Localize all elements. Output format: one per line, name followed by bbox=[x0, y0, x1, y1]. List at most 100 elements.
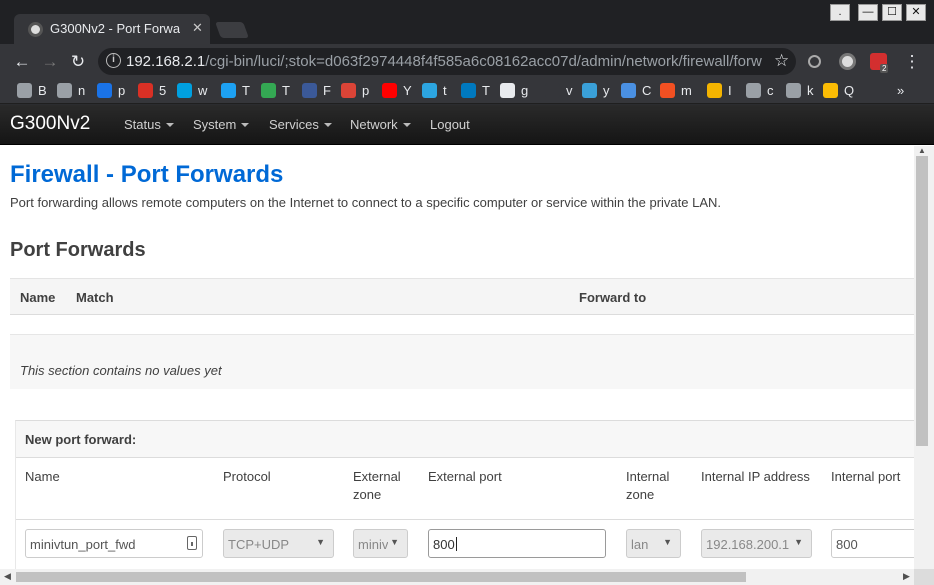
bookmark-item[interactable]: y bbox=[582, 83, 610, 100]
internal-ip-select[interactable]: 192.168.200.1 ▼ bbox=[701, 529, 812, 558]
scroll-up-icon[interactable]: ▲ bbox=[918, 146, 926, 155]
bookmark-item[interactable]: g bbox=[500, 83, 528, 100]
protocol-select[interactable]: TCP+UDP ▼ bbox=[223, 529, 334, 558]
password-manager-icon[interactable] bbox=[187, 536, 197, 550]
horizontal-scrollbar[interactable]: ◀ ▶ bbox=[0, 569, 914, 585]
bookmark-item[interactable]: T bbox=[221, 83, 250, 100]
bookmark-label: k bbox=[807, 83, 814, 98]
bookmark-star-icon[interactable]: ☆ bbox=[774, 51, 789, 71]
section-title: Port Forwards bbox=[10, 239, 146, 261]
nav-status[interactable]: Status bbox=[124, 117, 174, 132]
bookmark-item[interactable]: c bbox=[746, 83, 774, 100]
bookmark-item[interactable]: F bbox=[302, 83, 331, 100]
col-header-forward-to: Forward to bbox=[579, 290, 647, 305]
label-internal-port: Internal port bbox=[831, 469, 901, 484]
stamp-icon bbox=[138, 83, 153, 98]
bookmark-item[interactable]: k bbox=[786, 83, 814, 100]
browser-toolbar: ← → ↻ i 192.168.2.1/cgi-bin/luci/;stok=d… bbox=[0, 44, 934, 79]
bookmark-item[interactable]: m bbox=[660, 83, 692, 100]
internal-port-input[interactable]: 800 bbox=[831, 529, 921, 558]
windows-icon bbox=[660, 83, 675, 98]
form-divider bbox=[16, 519, 915, 520]
bookmark-label: Y bbox=[403, 83, 412, 98]
nav-logout[interactable]: Logout bbox=[430, 117, 470, 132]
nav-services[interactable]: Services bbox=[269, 117, 332, 132]
nav-system[interactable]: System bbox=[193, 117, 250, 132]
extension-badge: 2 bbox=[880, 64, 889, 73]
bookmark-item[interactable]: Y bbox=[382, 83, 412, 100]
reload-icon[interactable]: ↻ bbox=[68, 52, 88, 72]
bookmark-label: T bbox=[482, 83, 490, 98]
minimize-button[interactable]: — bbox=[858, 4, 878, 21]
bookmark-label: C bbox=[642, 83, 652, 98]
bookmark-label: p bbox=[362, 83, 370, 98]
name-input[interactable]: minivtun_port_fwd bbox=[25, 529, 203, 558]
bookmark-item[interactable]: 5 bbox=[138, 83, 166, 100]
youtube-icon bbox=[382, 83, 397, 98]
bookmark-item[interactable]: T bbox=[261, 83, 290, 100]
bookmark-item[interactable]: p bbox=[97, 83, 125, 100]
table-spacer-row bbox=[10, 315, 914, 335]
tab-close-icon[interactable]: ✕ bbox=[192, 20, 203, 36]
info-icon[interactable]: i bbox=[106, 53, 121, 68]
bookmark-item[interactable]: Q bbox=[823, 83, 854, 100]
page-title: Firewall - Port Forwards bbox=[10, 161, 284, 188]
col-header-match: Match bbox=[76, 290, 114, 305]
brand-title[interactable]: G300Nv2 bbox=[10, 113, 90, 135]
tree-icon bbox=[261, 83, 276, 98]
back-arrow-icon[interactable]: ← bbox=[12, 52, 32, 72]
bookmark-item[interactable]: v bbox=[545, 83, 573, 100]
page-description: Port forwarding allows remote computers … bbox=[10, 195, 722, 210]
new-forward-heading: New port forward: bbox=[25, 432, 137, 447]
url-text[interactable]: 192.168.2.1/cgi-bin/luci/;stok=d063f2974… bbox=[126, 53, 766, 70]
bookmark-item[interactable]: T bbox=[461, 83, 490, 100]
label-internal-ip: Internal IP address bbox=[701, 469, 810, 484]
browser-window: G300Nv2 - Port Forwa ✕ . — ☐ ✕ ← → ↻ i 1… bbox=[0, 0, 934, 585]
scroll-left-icon[interactable]: ◀ bbox=[4, 571, 11, 582]
google-plus-icon bbox=[341, 83, 356, 98]
bookmark-item[interactable]: B bbox=[17, 83, 47, 100]
folder-icon bbox=[57, 83, 72, 98]
vertical-scrollbar[interactable]: ▲ bbox=[914, 146, 934, 569]
power-extension-icon[interactable] bbox=[808, 55, 821, 68]
bookmark-item[interactable]: I bbox=[707, 83, 732, 100]
new-port-forward-form: New port forward: Name Protocol External… bbox=[15, 420, 921, 580]
address-bar[interactable]: i 192.168.2.1/cgi-bin/luci/;stok=d063f29… bbox=[98, 48, 796, 75]
telegram-icon bbox=[422, 83, 437, 98]
caret-down-icon bbox=[323, 123, 332, 127]
page-icon bbox=[786, 83, 801, 98]
bookmark-item[interactable]: t bbox=[422, 83, 447, 100]
favicon-icon bbox=[28, 22, 43, 37]
bookmark-item[interactable]: C bbox=[621, 83, 651, 100]
internal-zone-select[interactable]: lan ▼ bbox=[626, 529, 681, 558]
maximize-button[interactable]: ☐ bbox=[882, 4, 902, 21]
bookmark-item[interactable]: w bbox=[177, 83, 207, 100]
bookmarks-overflow-button[interactable]: » bbox=[897, 83, 904, 100]
top-navbar: G300Nv2 Status System Services Network L… bbox=[0, 105, 934, 145]
new-tab-button[interactable] bbox=[215, 22, 249, 38]
bookmark-label: w bbox=[198, 83, 208, 98]
scroll-right-icon[interactable]: ▶ bbox=[903, 571, 910, 582]
nav-network[interactable]: Network bbox=[350, 117, 411, 132]
bookmark-item[interactable]: n bbox=[57, 83, 85, 100]
label-external-port: External port bbox=[428, 469, 502, 484]
forward-arrow-icon[interactable]: → bbox=[40, 52, 60, 72]
bookmark-item[interactable]: p bbox=[341, 83, 369, 100]
bookmark-label: t bbox=[443, 83, 447, 98]
chevron-down-icon: ▼ bbox=[390, 537, 399, 547]
close-window-button[interactable]: ✕ bbox=[906, 4, 926, 21]
bookmark-label: n bbox=[78, 83, 86, 98]
bookmark-label: Q bbox=[844, 83, 855, 98]
circle-extension-icon[interactable] bbox=[839, 53, 856, 70]
profile-button[interactable]: . bbox=[830, 4, 850, 21]
browser-tab[interactable]: G300Nv2 - Port Forwa ✕ bbox=[14, 14, 210, 44]
bookmark-label: I bbox=[728, 83, 732, 98]
facebook-icon bbox=[302, 83, 317, 98]
vertical-scroll-thumb[interactable] bbox=[916, 156, 928, 446]
external-port-input[interactable]: 800 bbox=[428, 529, 606, 558]
external-zone-select[interactable]: miniv ▼ bbox=[353, 529, 408, 558]
page-icon bbox=[746, 83, 761, 98]
caret-down-icon bbox=[241, 123, 250, 127]
horizontal-scroll-thumb[interactable] bbox=[16, 572, 746, 582]
menu-kebab-icon[interactable]: ⋮ bbox=[902, 52, 922, 72]
